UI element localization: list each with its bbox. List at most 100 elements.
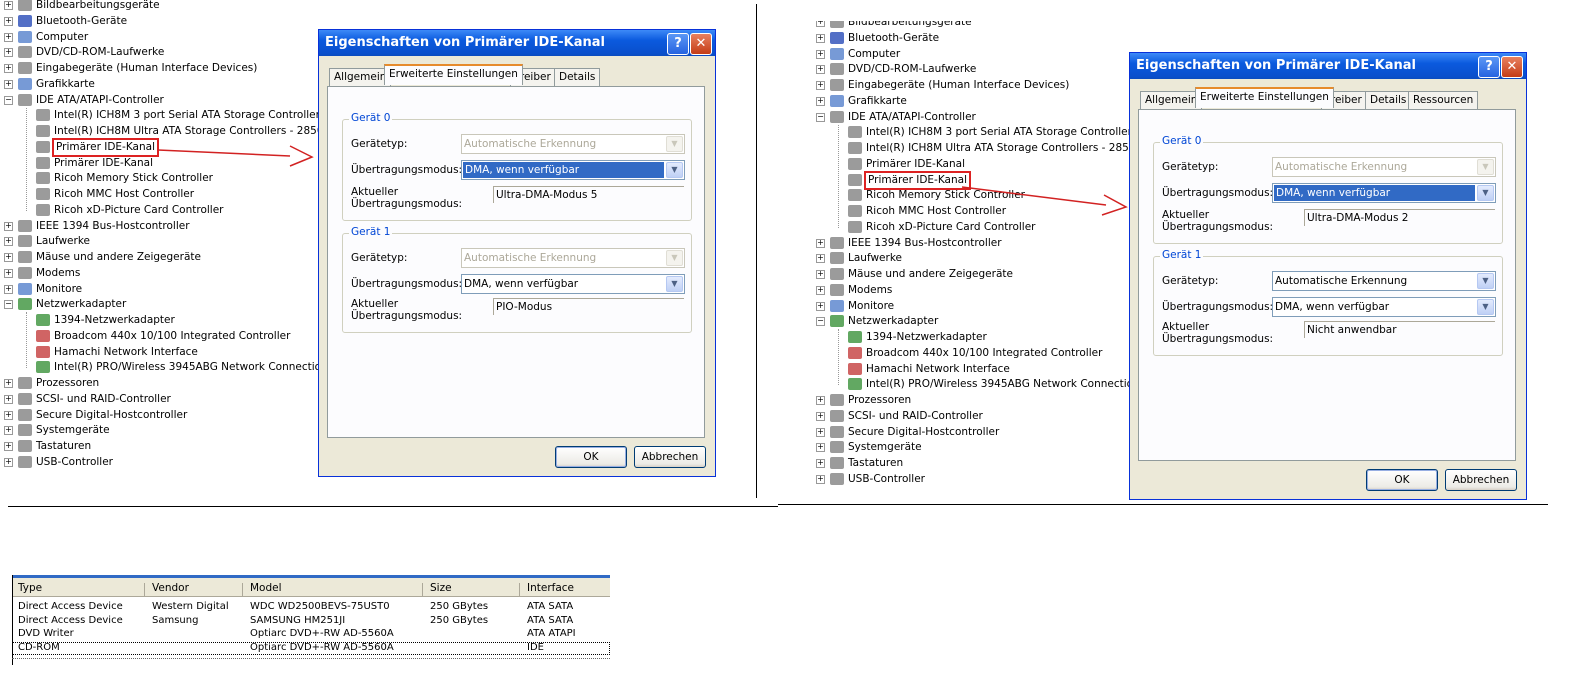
transfer-mode-label: Übertragungsmodus: bbox=[1162, 187, 1274, 199]
table-row[interactable]: DVD Writer Optiarc DVD+-RW AD-5560A ATA AT… bbox=[12, 628, 610, 641]
tree-item-label: Ricoh xD-Picture Card Controller bbox=[866, 220, 1036, 233]
expand-icon[interactable]: + bbox=[4, 442, 13, 451]
ide-controller-icon bbox=[848, 189, 862, 202]
expand-icon[interactable]: + bbox=[816, 285, 825, 295]
usb-icon bbox=[830, 472, 844, 485]
expand-icon[interactable]: + bbox=[816, 254, 825, 264]
collapse-icon[interactable]: − bbox=[816, 112, 825, 122]
dialog-title: Eigenschaften von Primärer IDE-Kanal bbox=[1130, 53, 1526, 79]
table-row[interactable]: CD-ROM Optiarc DVD+-RW AD-5560A IDE bbox=[12, 641, 610, 655]
expand-icon[interactable]: + bbox=[4, 48, 13, 58]
expand-icon[interactable]: + bbox=[4, 237, 13, 247]
table-row[interactable]: Direct Access Device Western Digital WDC W… bbox=[12, 601, 610, 614]
ide-controller-icon bbox=[848, 205, 862, 217]
column-header[interactable]: Type bbox=[18, 582, 42, 594]
table-cell: 250 GBytes bbox=[430, 614, 489, 626]
close-button[interactable]: ✕ bbox=[1501, 56, 1523, 78]
vertical-divider bbox=[756, 4, 757, 498]
device-type-value: Automatische Erkennung bbox=[1275, 275, 1408, 287]
device-table: Type Vendor Model Size Interface Direct Acce… bbox=[12, 575, 610, 665]
expand-icon[interactable]: + bbox=[4, 457, 13, 467]
expand-icon[interactable]: + bbox=[4, 32, 13, 42]
expand-icon[interactable]: + bbox=[4, 16, 13, 26]
collapse-icon[interactable]: − bbox=[4, 300, 13, 310]
help-button[interactable]: ? bbox=[667, 33, 689, 55]
help-button[interactable]: ? bbox=[1478, 56, 1500, 78]
expand-icon[interactable]: + bbox=[4, 253, 13, 262]
expand-icon[interactable]: + bbox=[816, 427, 825, 437]
mouse-icon bbox=[18, 251, 32, 263]
expand-icon[interactable]: + bbox=[816, 238, 825, 248]
tree-item-label: Intel(R) ICH8M 3 port Serial ATA Storage… bbox=[866, 126, 1132, 139]
tab-allgemein[interactable]: Allgemein bbox=[329, 68, 392, 86]
expand-icon[interactable]: + bbox=[4, 394, 13, 404]
expand-icon[interactable]: + bbox=[4, 79, 13, 89]
expand-icon[interactable]: + bbox=[4, 284, 13, 294]
column-separator[interactable] bbox=[242, 583, 243, 596]
tree-item-label: Grafikkarte bbox=[848, 94, 907, 107]
ok-button[interactable]: OK bbox=[1366, 469, 1438, 491]
tab-erweiterte-einstellungen[interactable]: Erweiterte Einstellungen bbox=[1195, 87, 1334, 108]
ok-button[interactable]: OK bbox=[555, 446, 627, 468]
expand-icon[interactable]: + bbox=[816, 459, 825, 468]
expand-icon[interactable]: + bbox=[816, 474, 825, 484]
device-type-combo[interactable]: Automatische Erkennung ▼ bbox=[461, 134, 685, 154]
transfer-mode-combo[interactable]: DMA, wenn verfügbar ▼ bbox=[1272, 183, 1496, 203]
column-header[interactable]: Vendor bbox=[152, 582, 189, 594]
ide-controller-icon bbox=[36, 140, 50, 153]
expand-icon[interactable]: + bbox=[816, 96, 825, 106]
expand-icon[interactable]: + bbox=[816, 396, 825, 405]
expand-icon[interactable]: + bbox=[816, 411, 825, 421]
expand-icon[interactable]: + bbox=[4, 426, 13, 436]
device-type-combo[interactable]: Automatische Erkennung ▼ bbox=[1272, 271, 1496, 291]
camera-icon bbox=[830, 21, 844, 28]
expand-icon[interactable]: + bbox=[816, 49, 825, 59]
cancel-button[interactable]: Abbrechen bbox=[634, 446, 706, 468]
expand-icon[interactable]: + bbox=[4, 221, 13, 231]
tree-connector bbox=[26, 312, 27, 369]
transfer-mode-combo[interactable]: DMA, wenn verfügbar ▼ bbox=[461, 274, 685, 294]
ide-controller-icon bbox=[848, 126, 862, 139]
expand-icon[interactable]: + bbox=[816, 443, 825, 453]
collapse-icon[interactable]: − bbox=[816, 317, 825, 327]
column-header[interactable]: Model bbox=[250, 582, 282, 594]
expand-icon[interactable]: + bbox=[816, 33, 825, 43]
column-header[interactable]: Interface bbox=[527, 582, 574, 594]
tab-ressourcen[interactable]: Ressourcen bbox=[1408, 91, 1479, 109]
scsi-icon bbox=[18, 392, 32, 405]
disc-drive-icon bbox=[18, 46, 32, 59]
collapse-icon[interactable]: − bbox=[4, 95, 13, 105]
chevron-down-icon: ▼ bbox=[1477, 159, 1494, 175]
column-header[interactable]: Size bbox=[430, 582, 452, 594]
tab-allgemein[interactable]: Allgemein bbox=[1140, 91, 1203, 109]
transfer-mode-combo[interactable]: DMA, wenn verfügbar ▼ bbox=[1272, 297, 1496, 317]
expand-icon[interactable]: + bbox=[4, 268, 13, 278]
close-button[interactable]: ✕ bbox=[690, 33, 712, 55]
cancel-button[interactable]: Abbrechen bbox=[1445, 469, 1517, 491]
expand-icon[interactable]: + bbox=[816, 81, 825, 90]
expand-icon[interactable]: + bbox=[4, 1, 13, 10]
device-type-combo[interactable]: Automatische Erkennung ▼ bbox=[1272, 157, 1496, 177]
tree-item-label: USB-Controller bbox=[36, 455, 113, 468]
tab-details[interactable]: Details bbox=[1365, 91, 1412, 109]
column-separator[interactable] bbox=[519, 583, 520, 596]
current-mode-label-line1: Aktueller bbox=[351, 298, 399, 310]
column-separator[interactable] bbox=[422, 583, 423, 596]
transfer-mode-value: DMA, wenn verfügbar bbox=[1275, 301, 1390, 313]
expand-icon[interactable]: + bbox=[4, 410, 13, 420]
expand-icon[interactable]: + bbox=[816, 65, 825, 75]
expand-icon[interactable]: + bbox=[816, 21, 825, 27]
network-adapter-disabled-icon bbox=[848, 362, 862, 375]
table-row[interactable]: Direct Access Device Samsung SAMSUNG HM251… bbox=[12, 615, 610, 628]
expand-icon[interactable]: + bbox=[816, 270, 825, 279]
expand-icon[interactable]: + bbox=[4, 379, 13, 388]
tree-item-label: Intel(R) PRO/Wireless 3945ABG Network Co… bbox=[54, 361, 328, 374]
device-type-combo[interactable]: Automatische Erkennung ▼ bbox=[461, 248, 685, 268]
expand-icon[interactable]: + bbox=[4, 64, 13, 73]
transfer-mode-combo[interactable]: DMA, wenn verfügbar ▼ bbox=[461, 160, 685, 180]
column-separator[interactable] bbox=[144, 583, 145, 596]
tab-erweiterte-einstellungen[interactable]: Erweiterte Einstellungen bbox=[384, 64, 523, 85]
tree-item-label: Modems bbox=[848, 283, 893, 296]
tab-details[interactable]: Details bbox=[554, 68, 601, 86]
expand-icon[interactable]: + bbox=[816, 301, 825, 311]
